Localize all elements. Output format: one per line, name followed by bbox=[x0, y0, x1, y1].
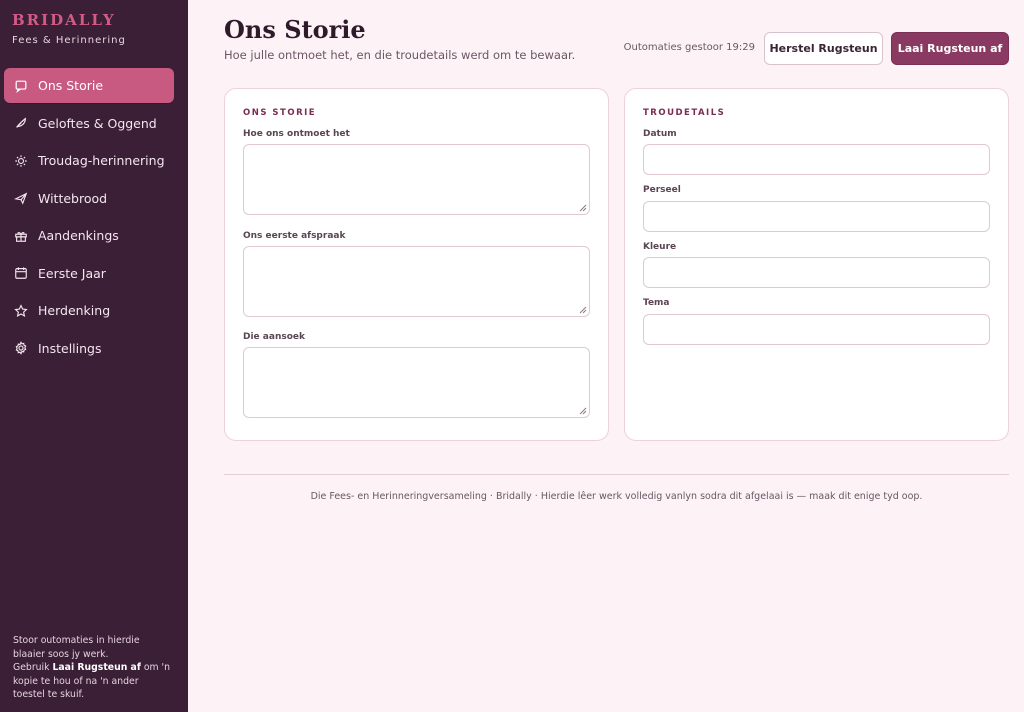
sidebar: BRIDALLY Fees & Herinnering Ons Storie G… bbox=[0, 0, 188, 712]
proposal-label: Die aansoek bbox=[243, 332, 305, 342]
brand: BRIDALLY Fees & Herinnering bbox=[0, 0, 188, 56]
sidebar-item-ons-storie[interactable]: Ons Storie bbox=[4, 68, 174, 103]
footer-note: Die Fees- en Herinneringversameling · Br… bbox=[310, 491, 923, 502]
star-icon bbox=[13, 303, 29, 319]
sidebar-item-label: Ons Storie bbox=[38, 78, 104, 93]
resize-grip-icon[interactable] bbox=[579, 204, 587, 212]
proposal-textarea[interactable] bbox=[243, 347, 590, 418]
page-title: Ons Storie bbox=[224, 15, 366, 44]
plane-icon bbox=[13, 190, 29, 206]
theme-label: Tema bbox=[643, 298, 670, 308]
gear-icon bbox=[13, 340, 29, 356]
sidebar-footer-pre: Gebruik bbox=[13, 662, 53, 674]
sidebar-item-label: Instellings bbox=[38, 340, 102, 356]
gift-icon bbox=[13, 228, 29, 244]
sidebar-item-label: Eerste Jaar bbox=[38, 265, 106, 281]
footer-divider bbox=[224, 474, 1009, 475]
download-backup-button[interactable]: Laai Rugsteun af bbox=[891, 32, 1009, 65]
sidebar-item-instellings[interactable]: Instellings bbox=[4, 331, 174, 366]
venue-field[interactable] bbox=[643, 201, 990, 232]
resize-grip-icon[interactable] bbox=[579, 306, 587, 314]
how-we-met-textarea[interactable] bbox=[243, 144, 590, 215]
sidebar-item-label: Wittebrood bbox=[38, 190, 108, 206]
main-content: Ons Storie Hoe julle ontmoet het, en die… bbox=[188, 0, 1024, 712]
feather-icon bbox=[13, 115, 29, 131]
colors-label: Kleure bbox=[643, 242, 677, 252]
story-card: ONS STORIE Hoe ons ontmoet het Ons eerst… bbox=[224, 88, 609, 441]
sidebar-item-label: Aandenkings bbox=[38, 228, 119, 243]
sidebar-item-eerste-jaar[interactable]: Eerste Jaar bbox=[4, 256, 174, 291]
sidebar-item-label: Troudag-herinnering bbox=[38, 153, 165, 168]
wedding-details-heading: TROUDETAILS bbox=[643, 108, 726, 118]
brand-subtitle: Fees & Herinnering bbox=[12, 35, 126, 46]
colors-field[interactable] bbox=[643, 257, 990, 288]
note-icon bbox=[13, 78, 29, 94]
sun-icon bbox=[13, 153, 29, 169]
autosave-status: Outomaties gestoor 19:29 bbox=[623, 42, 755, 53]
venue-label: Perseel bbox=[643, 185, 681, 195]
sidebar-nav: Ons Storie Geloftes & Oggend Troudag-her… bbox=[0, 68, 188, 366]
sidebar-footer-line: Stoor outomaties in hierdie blaaier soos… bbox=[13, 635, 140, 660]
sidebar-item-herdenking[interactable]: Herdenking bbox=[4, 293, 174, 328]
first-date-label: Ons eerste afspraak bbox=[243, 231, 346, 241]
calendar-icon bbox=[13, 265, 29, 281]
sidebar-footer-bold: Laai Rugsteun af bbox=[52, 662, 141, 674]
sidebar-item-aandenkings[interactable]: Aandenkings bbox=[4, 218, 174, 253]
restore-backup-button[interactable]: Herstel Rugsteun bbox=[764, 32, 883, 65]
first-date-textarea[interactable] bbox=[243, 246, 590, 317]
how-we-met-label: Hoe ons ontmoet het bbox=[243, 129, 350, 139]
sidebar-item-wittebrood[interactable]: Wittebrood bbox=[4, 181, 174, 216]
sidebar-footer-note: Stoor outomaties in hierdie blaaier soos… bbox=[13, 634, 173, 702]
page-subtitle: Hoe julle ontmoet het, en die troudetail… bbox=[224, 48, 576, 62]
theme-field[interactable] bbox=[643, 314, 990, 345]
brand-title: BRIDALLY bbox=[12, 11, 116, 29]
sidebar-item-geloftes[interactable]: Geloftes & Oggend bbox=[4, 106, 174, 141]
sidebar-item-label: Geloftes & Oggend bbox=[38, 115, 157, 131]
resize-grip-icon[interactable] bbox=[579, 407, 587, 415]
sidebar-item-label: Herdenking bbox=[38, 303, 111, 318]
story-card-heading: ONS STORIE bbox=[243, 108, 317, 118]
wedding-details-card: TROUDETAILS Datum Perseel Kleure Tema bbox=[624, 88, 1009, 441]
date-field[interactable] bbox=[643, 144, 990, 175]
date-label: Datum bbox=[643, 129, 677, 139]
sidebar-item-troudag[interactable]: Troudag-herinnering bbox=[4, 143, 174, 178]
